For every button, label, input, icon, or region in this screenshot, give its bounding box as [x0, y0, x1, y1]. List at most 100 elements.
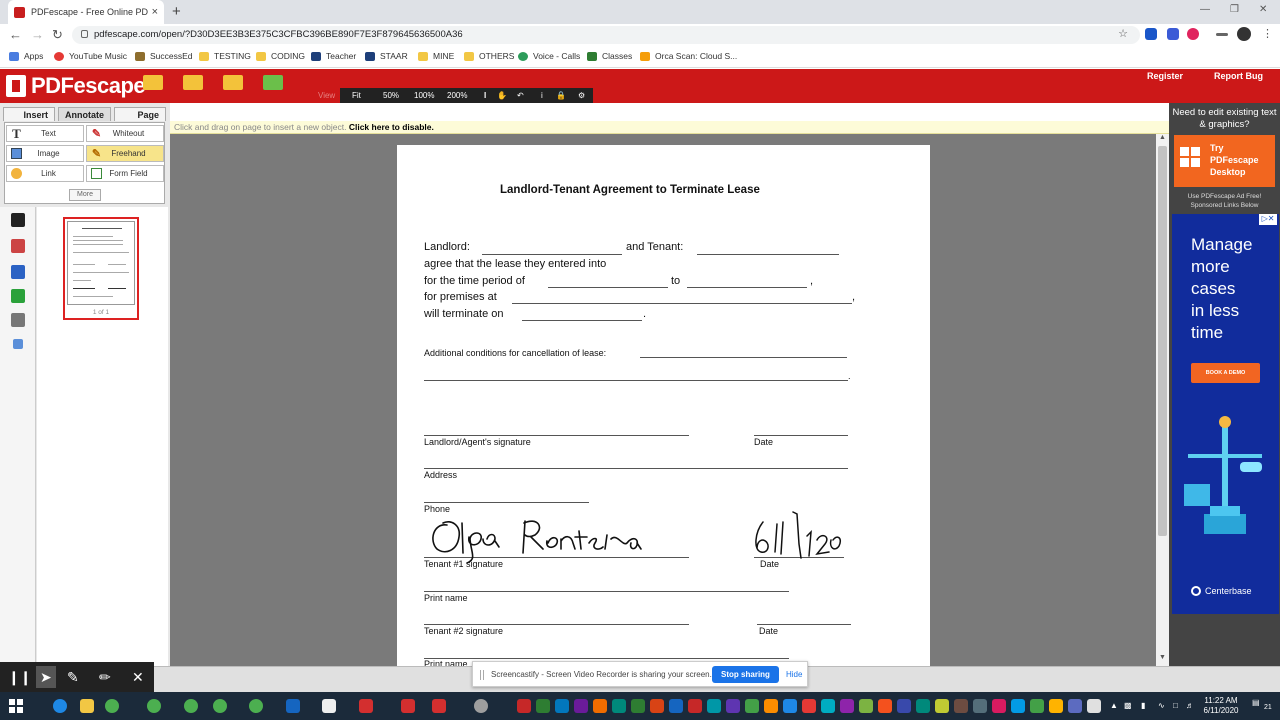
pinned-app-icon-21[interactable] — [954, 699, 968, 713]
pinned-app-icon-20[interactable] — [935, 699, 949, 713]
pinned-app-icon-2[interactable] — [536, 699, 550, 713]
bookmark-testing[interactable]: TESTING — [199, 51, 251, 61]
chrome-taskbar-icon-4[interactable] — [213, 699, 227, 713]
forward-icon[interactable]: → — [31, 27, 44, 42]
pinned-app-icon-7[interactable] — [650, 699, 664, 713]
pinned-app-icon-25[interactable] — [1030, 699, 1044, 713]
pinned-app-icon-14[interactable] — [821, 699, 835, 713]
acrobat-icon-2[interactable] — [401, 699, 415, 713]
window-close-icon[interactable]: ✕ — [1259, 4, 1267, 15]
mail-icon[interactable] — [322, 699, 336, 713]
extension-blue-icon[interactable] — [1167, 28, 1179, 40]
pinned-app-icon-13[interactable] — [802, 699, 816, 713]
pinned-app-icon-5[interactable] — [593, 699, 607, 713]
minimize-icon[interactable]: — — [1200, 4, 1210, 15]
pinned-app-icon-10[interactable] — [745, 699, 759, 713]
pinned-app-icon[interactable] — [517, 699, 531, 713]
print-icon[interactable] — [11, 313, 25, 327]
lock-tool-icon[interactable]: 🔒 — [556, 91, 566, 100]
zoom-100-button[interactable]: 100% — [414, 91, 434, 100]
file-explorer-icon[interactable] — [80, 699, 94, 713]
zoom-50-button[interactable]: 50% — [383, 91, 399, 100]
scroll-down-icon[interactable]: ▼ — [1159, 654, 1166, 661]
tab-close-icon[interactable]: × — [152, 6, 158, 18]
tray-chevron-icon[interactable]: ▲ — [1110, 701, 1118, 710]
excel-icon[interactable] — [631, 699, 645, 713]
premises-blank[interactable] — [512, 303, 852, 304]
extension-menu-icon[interactable] — [1216, 33, 1228, 36]
ad-choices-close-icon[interactable]: ▷✕ — [1259, 214, 1277, 225]
pinned-app-icon-17[interactable] — [878, 699, 892, 713]
terminate-date-blank[interactable] — [522, 320, 642, 321]
cursor-tool-icon[interactable]: ➤ — [36, 666, 56, 688]
print-name-2-line[interactable] — [424, 658, 789, 659]
chrome-taskbar-icon-5[interactable] — [249, 699, 263, 713]
scroll-thumb[interactable] — [1158, 146, 1167, 536]
screencastify-icon[interactable] — [474, 699, 488, 713]
pause-icon[interactable]: ❙❙ — [8, 669, 31, 686]
omnibox[interactable]: pdfescape.com/open/?D30D3EE3B3E375C3CFBC… — [72, 26, 1140, 44]
share-folder-icon[interactable] — [263, 75, 283, 90]
info-icon[interactable]: i — [541, 91, 543, 100]
whiteout-tool-button[interactable]: ✎ Whiteout — [86, 125, 164, 142]
back-icon[interactable]: ← — [9, 27, 22, 42]
pinned-app-icon-16[interactable] — [859, 699, 873, 713]
new-tab-button[interactable]: + — [172, 3, 181, 20]
pinned-app-icon-6[interactable] — [612, 699, 626, 713]
bookmark-coding[interactable]: CODING — [256, 51, 305, 61]
restore-icon[interactable]: ❐ — [1230, 4, 1239, 15]
bookmark-orca-scan[interactable]: Orca Scan: Cloud S... — [640, 51, 737, 61]
pinned-app-icon-18[interactable] — [897, 699, 911, 713]
pinned-app-icon-11[interactable] — [764, 699, 778, 713]
extension-record-icon[interactable] — [1187, 28, 1199, 40]
drag-handle-icon[interactable] — [480, 670, 484, 680]
centerbase-ad[interactable]: ▷✕ Manage more cases in less time BOOK A… — [1172, 214, 1279, 614]
pinned-app-icon-3[interactable] — [555, 699, 569, 713]
hand-tool-icon[interactable]: ✋ — [497, 91, 507, 100]
new-document-icon[interactable] — [143, 75, 163, 90]
try-desktop-button[interactable]: Try PDFescape Desktop — [1174, 135, 1275, 187]
notification-center-icon[interactable]: ▤ — [1252, 698, 1260, 707]
system-clock[interactable]: 11:22 AM 6/11/2020 — [1197, 696, 1245, 716]
chrome-taskbar-icon-3[interactable] — [184, 699, 198, 713]
action-icon[interactable]: □ — [1173, 701, 1178, 710]
save-download-icon[interactable] — [11, 289, 25, 303]
pinned-app-icon-23[interactable] — [992, 699, 1006, 713]
tenant1-handwritten-date[interactable] — [749, 510, 844, 562]
pinned-app-icon-4[interactable] — [574, 699, 588, 713]
bookmark-voice-calls[interactable]: Voice - Calls — [518, 51, 580, 61]
pdfescape-logo[interactable]: PDFescape — [6, 73, 146, 99]
close-toolbar-icon[interactable]: ✕ — [132, 669, 144, 686]
additional-blank-1[interactable] — [640, 357, 847, 358]
bookmark-mine[interactable]: MINE — [418, 51, 454, 61]
pinned-app-icon-22[interactable] — [973, 699, 987, 713]
tenant1-handwritten-signature[interactable] — [427, 513, 672, 565]
use-ad-free-link[interactable]: Use PDFescape Ad Free! — [1169, 192, 1280, 201]
stop-sharing-button[interactable]: Stop sharing — [712, 666, 779, 683]
book-demo-button[interactable]: BOOK A DEMO — [1191, 363, 1260, 383]
windows-start-icon[interactable] — [9, 699, 23, 713]
scroll-up-icon[interactable]: ▲ — [1159, 134, 1166, 141]
landlord-date-line[interactable] — [754, 435, 848, 436]
pen-tool-icon[interactable]: ✎ — [67, 669, 79, 686]
properties-icon[interactable] — [13, 339, 23, 349]
pages-icon[interactable] — [11, 213, 25, 227]
bookmark-classes[interactable]: Classes — [587, 51, 632, 61]
pinned-app-icon-15[interactable] — [840, 699, 854, 713]
disable-notice-link[interactable]: Click here to disable. — [349, 122, 434, 132]
open-folder-icon[interactable] — [183, 75, 203, 90]
edge-icon[interactable] — [53, 699, 67, 713]
text-tool-button[interactable]: T Text — [6, 125, 84, 142]
bookmark-staar[interactable]: STAAR — [365, 51, 408, 61]
zoom-200-button[interactable]: 200% — [447, 91, 467, 100]
powerpoint-icon[interactable] — [688, 699, 702, 713]
freehand-tool-button[interactable]: ✎ Freehand — [86, 145, 164, 162]
zoom-fit-button[interactable]: Fit — [352, 91, 361, 100]
battery-icon[interactable]: ▮ — [1141, 701, 1145, 710]
bookmark-star-icon[interactable]: ☆ — [1118, 27, 1128, 40]
chrome-taskbar-icon-2[interactable] — [147, 699, 161, 713]
hide-button[interactable]: Hide — [786, 670, 802, 679]
address-line[interactable] — [424, 468, 848, 469]
pdf-page[interactable]: Landlord-Tenant Agreement to Terminate L… — [397, 145, 930, 675]
wifi-icon[interactable]: ∿ — [1158, 701, 1165, 710]
